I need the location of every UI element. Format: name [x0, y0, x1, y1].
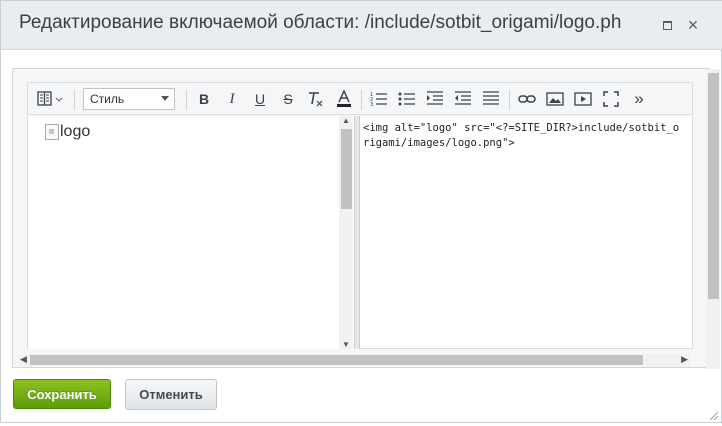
- underline-icon[interactable]: U: [249, 88, 271, 110]
- bold-icon[interactable]: B: [193, 88, 215, 110]
- logo-image-alt: logo: [60, 123, 91, 140]
- view-mode-icon[interactable]: [34, 88, 68, 110]
- pane-splitter[interactable]: [354, 116, 360, 349]
- indent-icon[interactable]: [424, 88, 446, 110]
- visual-editor-pane[interactable]: logo ▲ ▼: [28, 116, 354, 349]
- svg-text:3: 3: [370, 102, 373, 107]
- scroll-up-icon[interactable]: ▲: [342, 116, 350, 125]
- cancel-button[interactable]: Отменить: [125, 379, 217, 410]
- maximize-icon[interactable]: [657, 15, 677, 35]
- close-icon[interactable]: ×: [683, 15, 703, 35]
- toolbar-separator: [509, 90, 510, 110]
- dialog-title: Редактирование включаемой области: /incl…: [19, 12, 622, 33]
- scroll-right-icon[interactable]: ▶: [681, 354, 688, 365]
- fullscreen-icon[interactable]: [600, 88, 622, 110]
- scroll-down-icon[interactable]: ▼: [342, 340, 350, 349]
- ordered-list-icon[interactable]: 123: [368, 88, 390, 110]
- editor-content-area: logo ▲ ▼ <img alt="logo" src="<?=SITE_DI…: [27, 116, 693, 349]
- source-code-pane[interactable]: <img alt="logo" src="<?=SITE_DIR?>includ…: [363, 121, 683, 151]
- logo-image[interactable]: logo: [45, 123, 90, 141]
- visual-pane-scrollbar[interactable]: ▲ ▼: [339, 116, 353, 349]
- style-select-value: Стиль: [90, 92, 125, 106]
- edit-include-area-dialog: Редактирование включаемой области: /incl…: [0, 0, 722, 423]
- save-button[interactable]: Сохранить: [13, 379, 111, 409]
- italic-icon[interactable]: I: [221, 88, 243, 110]
- style-select[interactable]: Стиль: [83, 88, 175, 110]
- align-icon[interactable]: [480, 88, 502, 110]
- more-icon[interactable]: »: [628, 88, 650, 110]
- outdent-icon[interactable]: [452, 88, 474, 110]
- editor-horizontal-scrollbar[interactable]: ◀ ▶: [18, 354, 690, 366]
- scrollbar-thumb[interactable]: [708, 73, 719, 299]
- remove-format-icon[interactable]: [305, 88, 327, 110]
- resize-grip-icon[interactable]: [707, 408, 719, 421]
- dialog-titlebar[interactable]: Редактирование включаемой области: /incl…: [1, 1, 722, 50]
- html-editor: Стиль B I U S 123 » logo ▲ ▼ <img alt="l…: [12, 68, 720, 369]
- broken-image-icon: [45, 124, 59, 140]
- scroll-left-icon[interactable]: ◀: [20, 354, 27, 365]
- unordered-list-icon[interactable]: [396, 88, 418, 110]
- toolbar-separator: [361, 90, 362, 110]
- toolbar-separator: [74, 90, 75, 110]
- video-icon[interactable]: [572, 88, 594, 110]
- editor-toolbar: Стиль B I U S 123 »: [27, 82, 693, 115]
- scrollbar-thumb[interactable]: [341, 129, 352, 209]
- toolbar-separator: [186, 90, 187, 110]
- text-color-icon[interactable]: [333, 88, 355, 110]
- link-icon[interactable]: [516, 88, 538, 110]
- editor-vertical-scrollbar[interactable]: [706, 69, 720, 369]
- image-icon[interactable]: [544, 88, 566, 110]
- scrollbar-thumb[interactable]: [30, 355, 643, 365]
- strikethrough-icon[interactable]: S: [277, 88, 299, 110]
- chevron-down-icon: [161, 96, 169, 101]
